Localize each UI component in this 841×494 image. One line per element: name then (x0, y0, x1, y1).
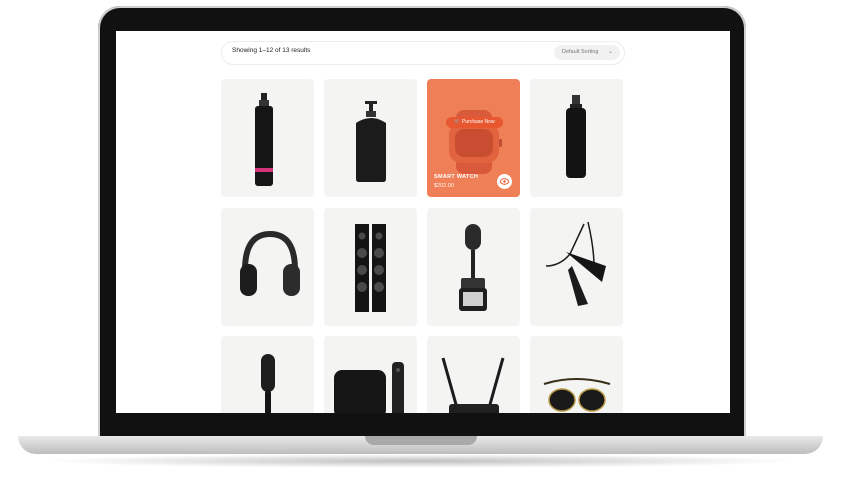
tv-box-image (334, 362, 404, 413)
sorting-label: Default Sorting (562, 49, 599, 55)
product-card-featured[interactable]: 🛒 Purchase Now SMART WATCH $202.00 (427, 79, 520, 197)
product-card[interactable] (221, 336, 314, 413)
product-card[interactable] (427, 336, 520, 413)
product-card[interactable] (530, 79, 623, 197)
laptop-shadow (40, 454, 800, 468)
sorting-dropdown[interactable]: Default Sorting ⌄ (554, 45, 620, 60)
product-card[interactable] (221, 208, 314, 326)
spray-bottle-image (566, 95, 586, 178)
laptop-notch (365, 436, 477, 445)
product-price: $202.00 (434, 183, 454, 189)
result-count: Showing 1–12 of 13 results (232, 47, 311, 54)
eye-icon (500, 178, 509, 185)
product-card[interactable] (324, 208, 417, 326)
product-card[interactable] (530, 208, 623, 326)
product-card[interactable] (530, 336, 623, 413)
quick-view-button[interactable] (497, 174, 512, 189)
purchase-label: Purchase Now (462, 119, 495, 125)
product-card[interactable] (427, 208, 520, 326)
purchase-now-button[interactable]: 🛒 Purchase Now (446, 117, 503, 128)
product-card[interactable] (324, 336, 417, 413)
chevron-down-icon: ⌄ (607, 49, 613, 55)
wifi-router-image (441, 357, 505, 413)
tower-speaker-image (355, 224, 386, 312)
product-name[interactable]: SMART WATCH (434, 174, 478, 180)
soap-dispenser-image (356, 101, 386, 182)
screen: Showing 1–12 of 13 results Default Sorti… (116, 31, 730, 413)
hair-dryer-image (545, 221, 606, 306)
shop-toolbar: Showing 1–12 of 13 results Default Sorti… (221, 41, 625, 65)
sunglasses-image (543, 378, 611, 412)
pump-bottle-image (255, 93, 273, 186)
headphones-image (240, 230, 300, 296)
product-card[interactable] (324, 79, 417, 197)
hair-brush-image (261, 354, 275, 413)
microphone-image (459, 224, 487, 311)
cart-icon: 🛒 (454, 119, 461, 125)
product-card[interactable] (221, 79, 314, 197)
